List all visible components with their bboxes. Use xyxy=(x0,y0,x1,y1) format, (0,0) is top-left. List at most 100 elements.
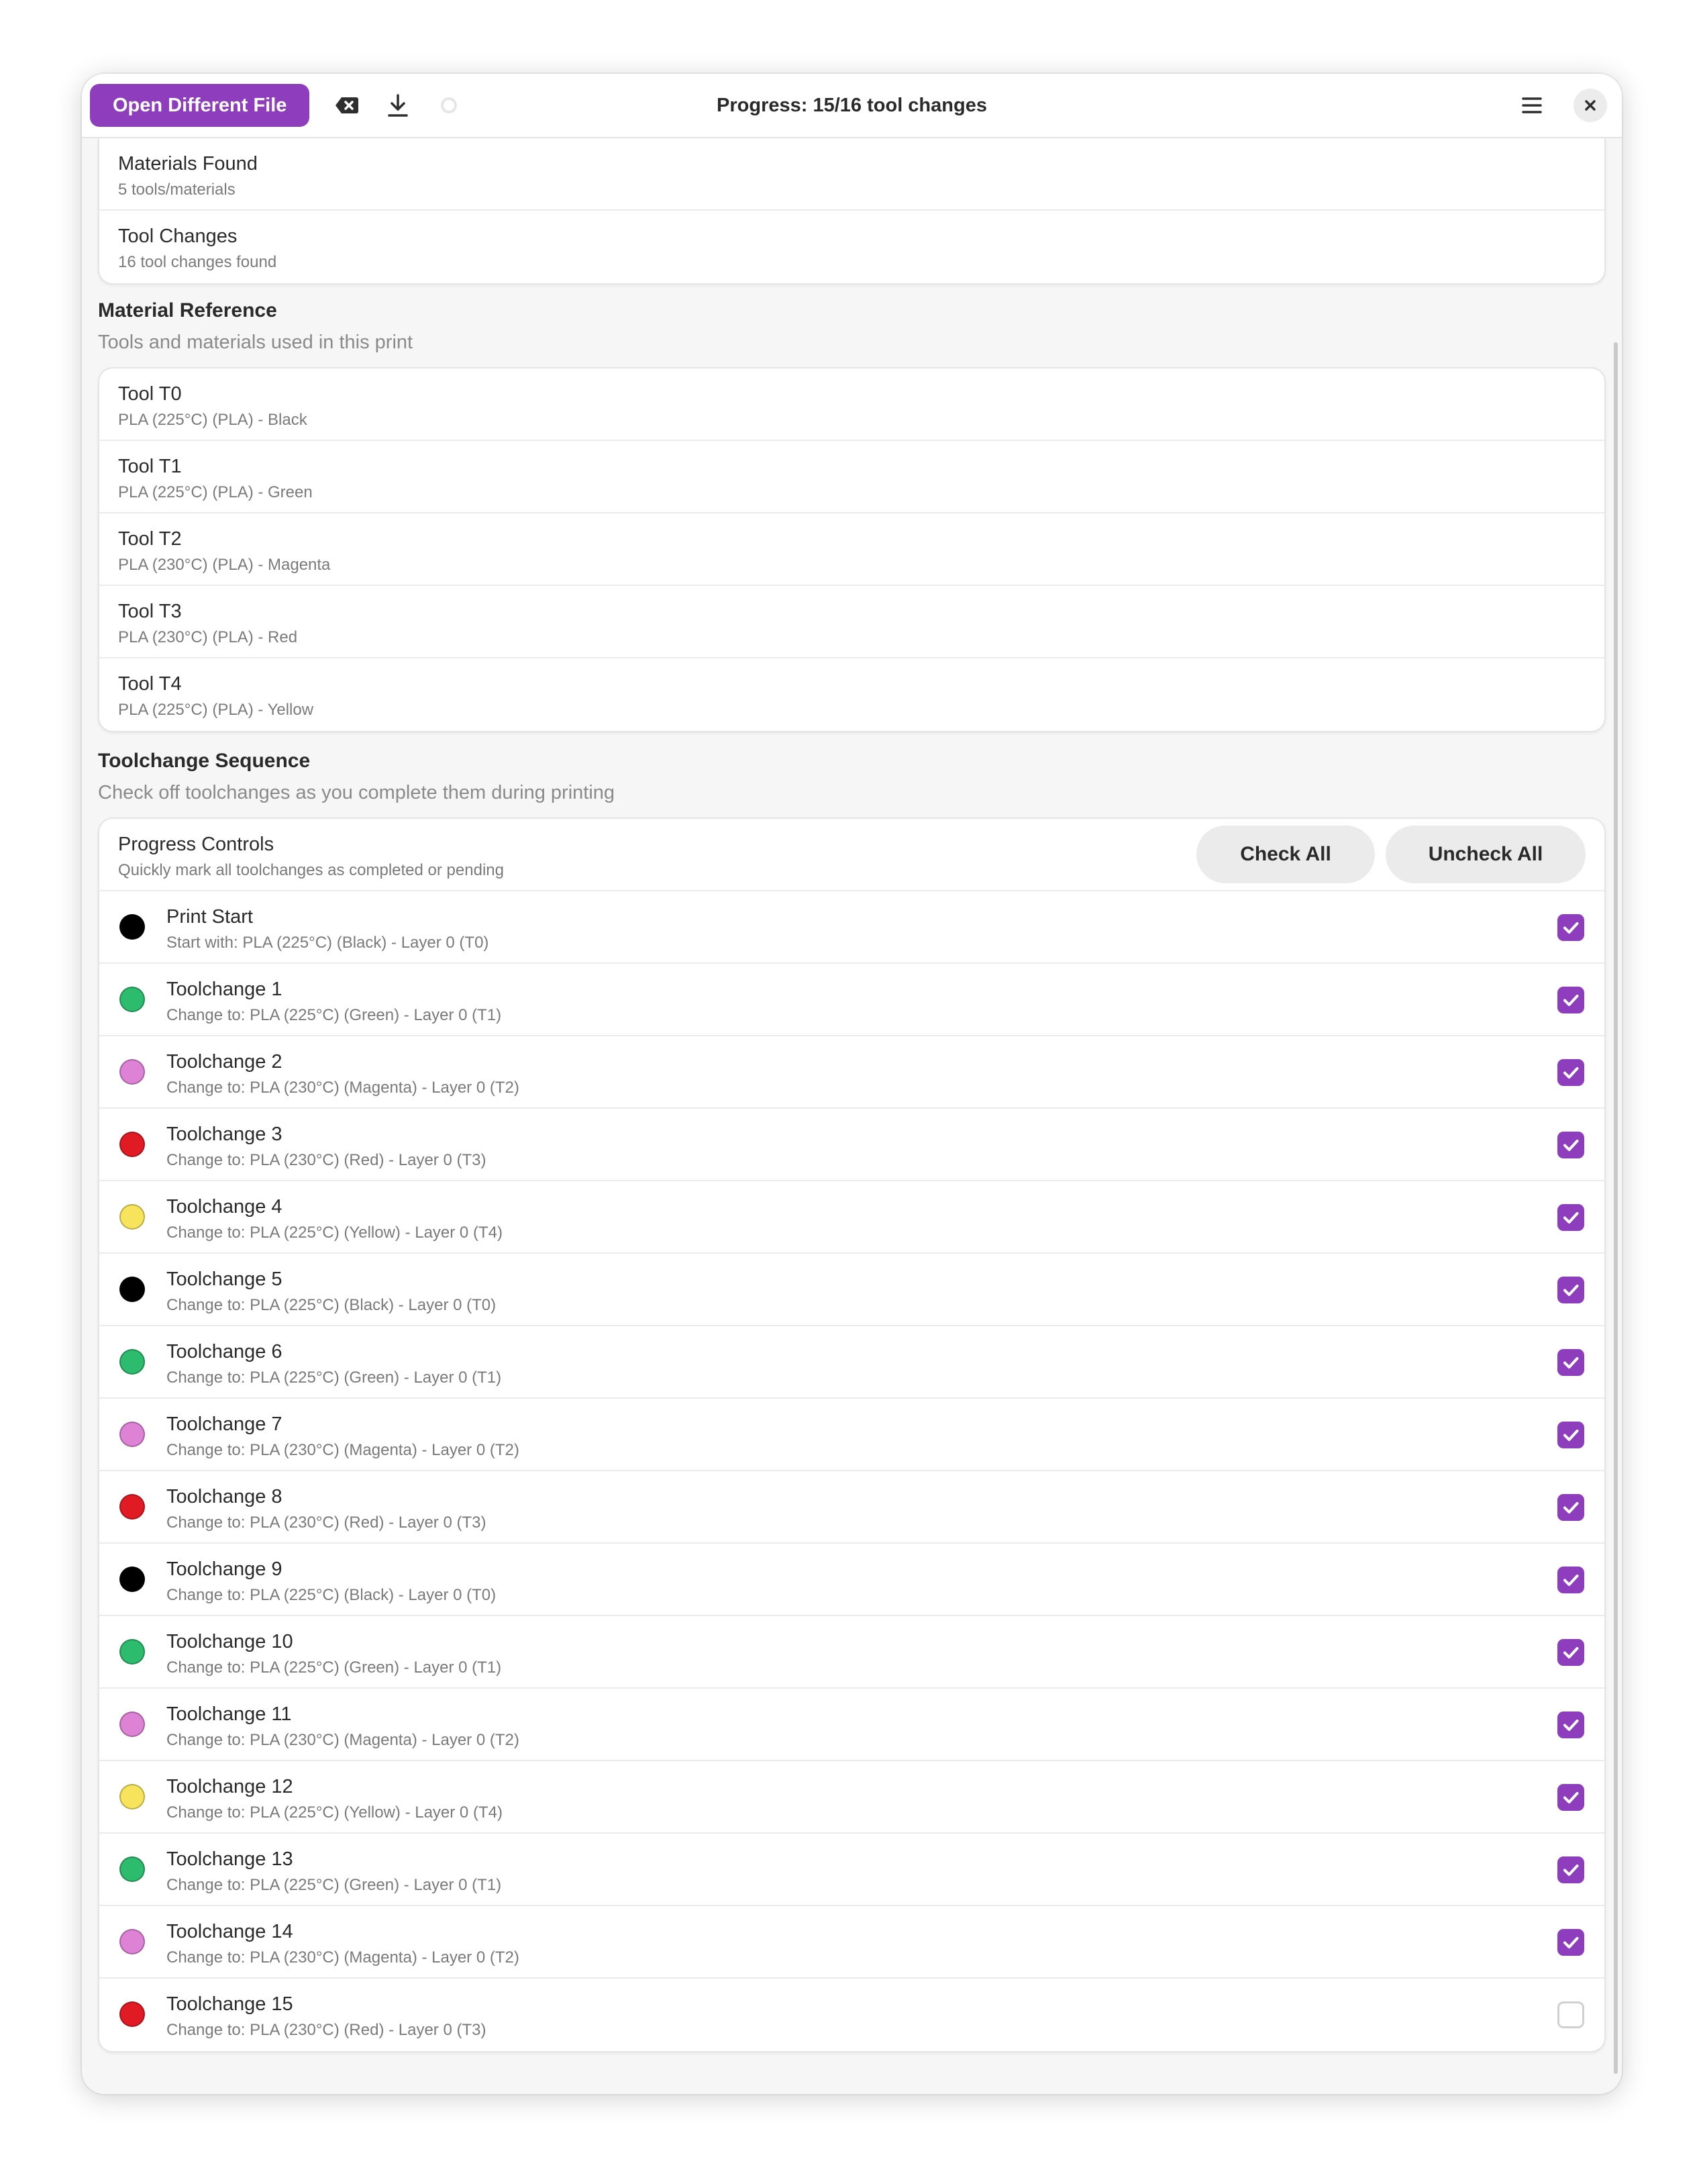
close-icon[interactable] xyxy=(1573,89,1607,122)
color-swatch-icon xyxy=(119,2001,145,2027)
color-swatch-icon xyxy=(119,1711,145,1737)
tool-row-subtitle: PLA (230°C) (PLA) - Red xyxy=(118,628,298,646)
color-swatch-icon xyxy=(119,1204,145,1230)
summary-row-title: Materials Found xyxy=(118,153,258,175)
toolchange-checkbox[interactable] xyxy=(1557,914,1584,941)
checkmark-icon xyxy=(1563,1502,1579,1513)
checkmark-icon xyxy=(1563,1937,1579,1948)
checkmark-icon xyxy=(1563,1357,1579,1369)
toolchange-row: Toolchange 14 Change to: PLA (230°C) (Mag… xyxy=(99,1906,1604,1979)
toolchange-checkbox[interactable] xyxy=(1557,1784,1584,1811)
toolchange-checkbox[interactable] xyxy=(1557,987,1584,1013)
tool-row: Tool T3 PLA (230°C) (PLA) - Red xyxy=(99,586,1604,658)
material-reference-card: Tool T0 PLA (225°C) (PLA) - Black Tool T1 P… xyxy=(98,367,1606,732)
summary-row: Materials Found 5 tools/materials xyxy=(99,138,1604,211)
toolchange-row-title: Toolchange 2 xyxy=(166,1051,282,1073)
checkmark-icon xyxy=(1563,1212,1579,1224)
toolchange-row-title: Toolchange 13 xyxy=(166,1848,293,1870)
tool-row-subtitle: PLA (225°C) (PLA) - Yellow xyxy=(118,701,314,719)
toolchange-row-subtitle: Change to: PLA (230°C) (Magenta) - Layer… xyxy=(166,1731,519,1749)
toolchange-row: Toolchange 11 Change to: PLA (230°C) (Mag… xyxy=(99,1689,1604,1761)
toolchange-checkbox[interactable] xyxy=(1557,1494,1584,1521)
uncheck-all-button[interactable]: Uncheck All xyxy=(1386,826,1586,883)
checkmark-icon xyxy=(1563,1285,1579,1296)
summary-row-subtitle: 5 tools/materials xyxy=(118,181,236,199)
clear-icon[interactable] xyxy=(325,84,368,127)
toolchange-checkbox[interactable] xyxy=(1557,1711,1584,1738)
toolchange-row: Print Start Start with: PLA (225°C) (Blac… xyxy=(99,891,1604,964)
color-swatch-icon xyxy=(119,1132,145,1157)
toolchange-row: Toolchange 8 Change to: PLA (230°C) (Red)… xyxy=(99,1471,1604,1544)
color-swatch-icon xyxy=(119,1277,145,1302)
color-swatch-icon xyxy=(119,1494,145,1520)
progress-controls-title: Progress Controls xyxy=(118,834,274,855)
tool-row: Tool T2 PLA (230°C) (PLA) - Magenta xyxy=(99,513,1604,586)
toolchange-sequence-title: Toolchange Sequence xyxy=(98,750,311,772)
checkmark-icon xyxy=(1563,1430,1579,1441)
toolchange-row: Toolchange 12 Change to: PLA (225°C) (Yel… xyxy=(99,1761,1604,1834)
toolchange-checkbox[interactable] xyxy=(1557,1349,1584,1376)
tool-row: Tool T0 PLA (225°C) (PLA) - Black xyxy=(99,368,1604,441)
toolchange-row-subtitle: Change to: PLA (230°C) (Magenta) - Layer… xyxy=(166,1079,519,1097)
toolchange-checkbox[interactable] xyxy=(1557,1856,1584,1883)
toolchange-row-title: Toolchange 10 xyxy=(166,1631,293,1652)
toolchange-row-title: Toolchange 14 xyxy=(166,1921,293,1942)
toolchange-checkbox[interactable] xyxy=(1557,1277,1584,1303)
toolchange-row: Toolchange 4 Change to: PLA (225°C) (Yell… xyxy=(99,1181,1604,1254)
toolchange-row-subtitle: Change to: PLA (230°C) (Red) - Layer 0 (… xyxy=(166,2021,486,2039)
toolchange-checkbox[interactable] xyxy=(1557,1567,1584,1593)
toolchange-row-subtitle: Change to: PLA (225°C) (Green) - Layer 0… xyxy=(166,1369,502,1387)
color-swatch-icon xyxy=(119,987,145,1012)
toolchange-checkbox[interactable] xyxy=(1557,1639,1584,1666)
check-all-button[interactable]: Check All xyxy=(1196,826,1375,883)
checkmark-icon xyxy=(1563,1575,1579,1586)
tool-row-title: Tool T3 xyxy=(118,601,182,622)
menu-icon[interactable] xyxy=(1510,84,1553,127)
scrollbar[interactable] xyxy=(1614,342,1618,2074)
toolchange-row-subtitle: Change to: PLA (225°C) (Green) - Layer 0… xyxy=(166,1876,502,1894)
download-icon[interactable] xyxy=(376,84,419,127)
progress-title: Progress: 15/16 tool changes xyxy=(717,94,987,116)
toolchange-checkbox[interactable] xyxy=(1557,2001,1584,2028)
toolchange-checkbox[interactable] xyxy=(1557,1929,1584,1956)
toolchange-row: Toolchange 9 Change to: PLA (225°C) (Blac… xyxy=(99,1544,1604,1616)
toolchange-row-subtitle: Change to: PLA (225°C) (Black) - Layer 0… xyxy=(166,1296,497,1314)
checkmark-icon xyxy=(1563,922,1579,934)
toolchange-row-title: Toolchange 9 xyxy=(166,1558,282,1580)
toolchange-row: Toolchange 6 Change to: PLA (225°C) (Gree… xyxy=(99,1326,1604,1399)
color-swatch-icon xyxy=(119,1059,145,1085)
tool-row-subtitle: PLA (225°C) (PLA) - Black xyxy=(118,411,307,429)
toolchange-row: Toolchange 2 Change to: PLA (230°C) (Mage… xyxy=(99,1036,1604,1109)
toolchange-checkbox[interactable] xyxy=(1557,1204,1584,1231)
toolchange-row: Toolchange 10 Change to: PLA (225°C) (Gre… xyxy=(99,1616,1604,1689)
toolchange-row-title: Toolchange 8 xyxy=(166,1486,282,1507)
progress-controls-row: Progress Controls Quickly mark all toolc… xyxy=(99,819,1604,891)
color-swatch-icon xyxy=(119,1422,145,1447)
scroll-content: Materials Found 5 tools/materials Tool Cha… xyxy=(98,138,1606,2052)
summary-row: Tool Changes 16 tool changes found xyxy=(99,211,1604,283)
toolchange-row-subtitle: Change to: PLA (225°C) (Yellow) - Layer … xyxy=(166,1803,503,1822)
summary-row-subtitle: 16 tool changes found xyxy=(118,253,277,271)
toolchange-row-title: Print Start xyxy=(166,906,253,928)
open-different-file-button[interactable]: Open Different File xyxy=(90,84,310,127)
toolchange-row-subtitle: Change to: PLA (225°C) (Black) - Layer 0… xyxy=(166,1586,497,1604)
toolchange-row: Toolchange 7 Change to: PLA (230°C) (Mage… xyxy=(99,1399,1604,1471)
toolchange-checkbox[interactable] xyxy=(1557,1059,1584,1086)
tool-row-title: Tool T1 xyxy=(118,456,182,477)
toolchange-sequence-subtitle: Check off toolchanges as you complete th… xyxy=(98,782,615,803)
toolchange-row-subtitle: Change to: PLA (225°C) (Yellow) - Layer … xyxy=(166,1224,503,1242)
toolchange-row-title: Toolchange 12 xyxy=(166,1776,293,1797)
toolchange-row-title: Toolchange 11 xyxy=(166,1703,292,1725)
tool-row-title: Tool T4 xyxy=(118,673,182,695)
toolchange-row-title: Toolchange 15 xyxy=(166,1993,293,2015)
toolchange-row: Toolchange 1 Change to: PLA (225°C) (Gree… xyxy=(99,964,1604,1036)
toolchange-row: Toolchange 15 Change to: PLA (230°C) (Red… xyxy=(99,1979,1604,2051)
toolchange-checkbox[interactable] xyxy=(1557,1132,1584,1158)
toolchange-checkbox[interactable] xyxy=(1557,1422,1584,1448)
spinner-icon xyxy=(427,84,470,127)
checkmark-icon xyxy=(1563,1865,1579,1876)
toolchange-row-subtitle: Change to: PLA (230°C) (Red) - Layer 0 (… xyxy=(166,1151,486,1169)
tool-row: Tool T1 PLA (225°C) (PLA) - Green xyxy=(99,441,1604,513)
checkmark-icon xyxy=(1563,1647,1579,1658)
toolchange-row: Toolchange 3 Change to: PLA (230°C) (Red)… xyxy=(99,1109,1604,1181)
